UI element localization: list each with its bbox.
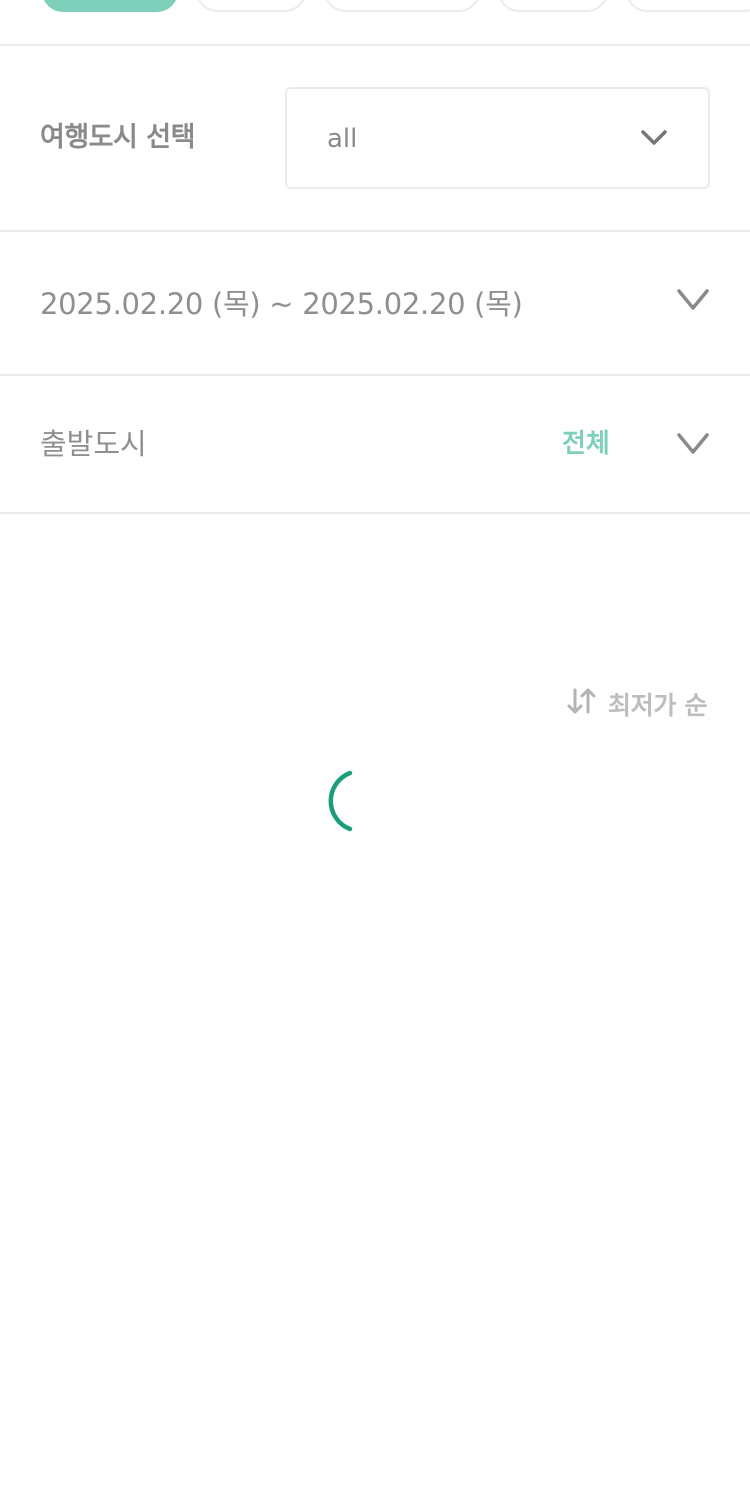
category-chip[interactable]	[626, 0, 750, 12]
page: 여행도시 선택 all 2025.02.20 (목) ~ 2025.02.20 …	[0, 0, 750, 1510]
category-chip-selected[interactable]	[42, 0, 178, 12]
city-select-value: all	[327, 124, 358, 154]
chevron-down-icon	[677, 289, 709, 310]
loading-spinner-icon	[328, 770, 353, 832]
departure-city-label: 출발도시	[40, 427, 147, 461]
category-chip[interactable]	[324, 0, 480, 12]
category-chip[interactable]	[498, 0, 608, 12]
departure-city-value: 전체	[562, 429, 610, 459]
date-range-text: 2025.02.20 (목) ~ 2025.02.20 (목)	[40, 287, 523, 321]
sort-label: 최저가 순	[608, 691, 708, 720]
sort-arrows-icon	[567, 688, 596, 714]
city-select-label: 여행도시 선택	[40, 122, 195, 153]
divider	[0, 374, 750, 376]
divider	[0, 44, 750, 46]
divider	[0, 230, 750, 232]
divider	[0, 512, 750, 514]
chevron-down-icon	[677, 433, 709, 454]
category-chip[interactable]	[196, 0, 306, 12]
city-select[interactable]: all	[285, 87, 710, 189]
chevron-down-icon	[641, 130, 667, 145]
